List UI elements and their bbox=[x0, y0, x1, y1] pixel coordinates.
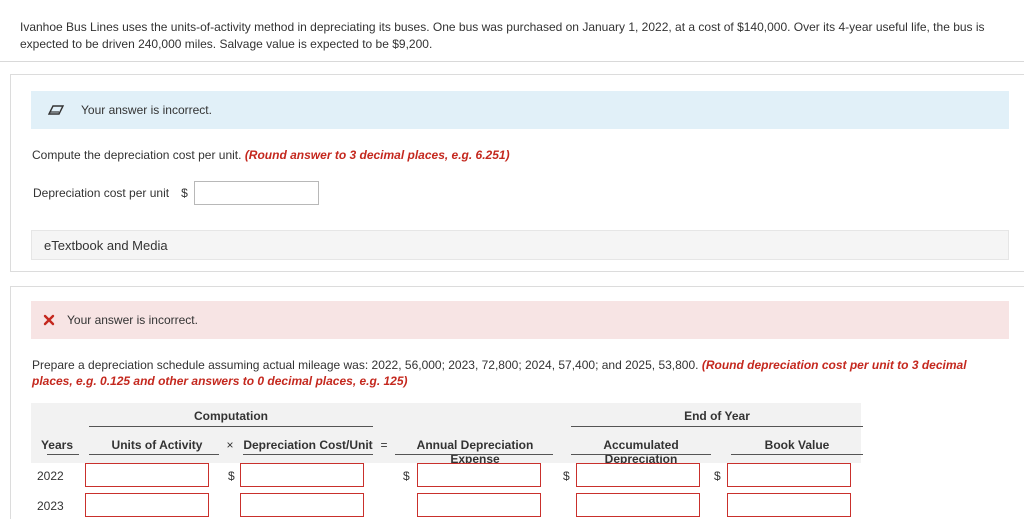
book-value-underline bbox=[731, 454, 863, 455]
currency-symbol: $ bbox=[714, 469, 721, 483]
accumulated-input-2022[interactable] bbox=[576, 463, 700, 487]
currency-symbol: $ bbox=[228, 469, 235, 483]
cost-unit-underline bbox=[243, 454, 373, 455]
part1-incorrect-banner: Your answer is incorrect. bbox=[31, 91, 1009, 129]
depreciation-schedule-header: Computation End of Year Years Units of A… bbox=[31, 403, 863, 466]
computation-group-header: Computation bbox=[194, 409, 268, 423]
problem-statement: Ivanhoe Bus Lines uses the units-of-acti… bbox=[0, 0, 1024, 62]
part1-question-text: Compute the depreciation cost per unit. bbox=[32, 148, 242, 162]
units-input-2022[interactable] bbox=[85, 463, 209, 487]
annual-input-2023[interactable] bbox=[417, 493, 541, 517]
book-value-input-2023[interactable] bbox=[727, 493, 851, 517]
accumulated-input-2023[interactable] bbox=[576, 493, 700, 517]
year-cell-2022: 2022 bbox=[37, 469, 64, 483]
part1-banner-text: Your answer is incorrect. bbox=[81, 103, 212, 117]
computation-underline bbox=[89, 426, 373, 427]
cost-per-unit-input[interactable] bbox=[193, 181, 319, 205]
year-cell-2023: 2023 bbox=[37, 499, 64, 513]
accumulated-underline bbox=[571, 454, 711, 455]
part2-question-text: Prepare a depreciation schedule assuming… bbox=[32, 358, 699, 372]
book-value-input-2022[interactable] bbox=[727, 463, 851, 487]
end-of-year-underline bbox=[571, 426, 863, 427]
part2-incorrect-banner: Your answer is incorrect. bbox=[31, 301, 1009, 339]
part1-hint: (Round answer to 3 decimal places, e.g. … bbox=[244, 148, 510, 162]
part2-banner-text: Your answer is incorrect. bbox=[67, 313, 198, 327]
col-header-units: Units of Activity bbox=[111, 438, 203, 452]
equals-operator: = bbox=[380, 438, 388, 452]
col-header-cost-unit: Depreciation Cost/Unit bbox=[243, 438, 373, 452]
col-header-years: Years bbox=[40, 438, 74, 452]
annual-input-2022[interactable] bbox=[417, 463, 541, 487]
part1-panel: Your answer is incorrect. Compute the de… bbox=[10, 74, 1024, 272]
units-underline bbox=[89, 454, 219, 455]
col-header-book-value: Book Value bbox=[764, 438, 830, 452]
units-input-2023[interactable] bbox=[85, 493, 209, 517]
cost-unit-input-2022[interactable] bbox=[240, 463, 364, 487]
cost-per-unit-row: Depreciation cost per unit $ bbox=[33, 181, 319, 205]
times-operator: × bbox=[226, 438, 234, 452]
part2-question: Prepare a depreciation schedule assuming… bbox=[32, 357, 992, 389]
cost-unit-input-2023[interactable] bbox=[240, 493, 364, 517]
currency-symbol: $ bbox=[403, 469, 410, 483]
x-mark-icon bbox=[31, 314, 67, 326]
part1-question: Compute the depreciation cost per unit. … bbox=[32, 148, 510, 162]
problem-text: Ivanhoe Bus Lines uses the units-of-acti… bbox=[20, 20, 985, 51]
currency-symbol: $ bbox=[181, 186, 188, 200]
col-header-accumulated: Accumulated Depreciation bbox=[603, 438, 679, 466]
part2-panel: Your answer is incorrect. Prepare a depr… bbox=[10, 286, 1024, 519]
end-of-year-group-header: End of Year bbox=[684, 409, 750, 423]
col-header-annual: Annual Depreciation Expense bbox=[416, 438, 534, 466]
cost-per-unit-label: Depreciation cost per unit bbox=[33, 186, 170, 200]
pencil-icon bbox=[31, 104, 81, 116]
currency-symbol: $ bbox=[563, 469, 570, 483]
etextbook-media-link[interactable]: eTextbook and Media bbox=[31, 230, 1009, 260]
years-underline bbox=[47, 454, 79, 455]
annual-underline bbox=[395, 454, 553, 455]
